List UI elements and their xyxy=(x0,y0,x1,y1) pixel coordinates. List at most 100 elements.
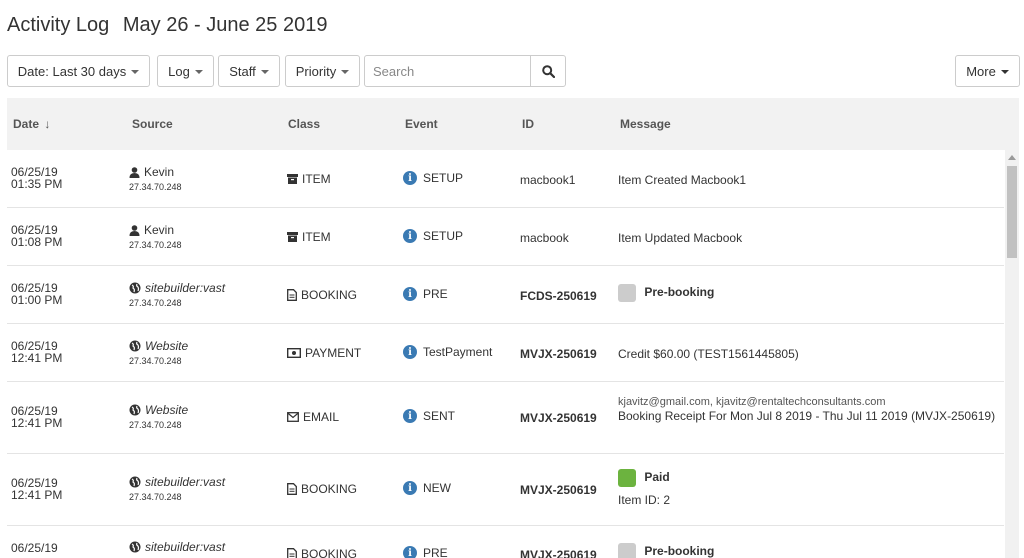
staff-filter-button[interactable]: Staff xyxy=(218,55,280,87)
scrollbar-thumb[interactable] xyxy=(1007,166,1017,258)
row-id[interactable]: macbook xyxy=(520,231,569,245)
search-icon xyxy=(541,64,555,78)
row-source: sitebuilder:vast xyxy=(129,475,225,489)
column-date[interactable]: Date ↓ xyxy=(13,117,50,131)
caret-down-icon xyxy=(131,69,140,74)
date-range-title: May 26 - June 25 2019 xyxy=(122,14,328,36)
status-swatch xyxy=(618,543,636,558)
row-source: Website xyxy=(129,339,188,353)
priority-filter-label: Priority xyxy=(295,63,337,79)
caret-down-icon xyxy=(341,69,350,74)
table-row[interactable]: 06/25/19 12:41 PM Website 27.34.70.248 E… xyxy=(7,382,1004,454)
row-date: 06/25/19 01:35 PM xyxy=(11,166,62,190)
table-row[interactable]: 06/25/19 01:08 PM Kevin 27.34.70.248 ITE… xyxy=(7,208,1004,266)
time-text: 01:08 PM xyxy=(11,235,63,249)
row-class: BOOKING xyxy=(287,547,357,558)
row-source: sitebuilder:vast xyxy=(129,540,225,554)
archive-icon xyxy=(287,174,298,184)
user-icon xyxy=(129,166,140,178)
envelope-icon xyxy=(287,412,299,422)
globe-icon xyxy=(129,282,141,294)
row-date: 06/25/19 01:08 PM xyxy=(11,224,62,248)
row-id[interactable]: FCDS-250619 xyxy=(520,289,597,303)
class-label: EMAIL xyxy=(303,410,340,424)
date-text: 06/25/19 xyxy=(11,541,58,555)
row-message: Pre-booking xyxy=(618,284,998,302)
search-button[interactable] xyxy=(530,55,566,87)
event-label: PRE xyxy=(423,546,448,558)
source-ip: 27.34.70.248 xyxy=(129,240,182,250)
column-id[interactable]: ID xyxy=(522,117,534,131)
priority-filter-button[interactable]: Priority xyxy=(285,55,360,87)
source-name: Website xyxy=(145,339,189,353)
row-event: i SETUP xyxy=(403,171,463,185)
row-source: sitebuilder:vast xyxy=(129,281,225,295)
class-label: BOOKING xyxy=(301,547,358,558)
row-message: Paid Item ID: 2 xyxy=(618,469,998,507)
status-swatch xyxy=(618,284,636,302)
row-id[interactable]: MVJX-250619 xyxy=(520,483,597,497)
event-label: PRE xyxy=(423,287,448,301)
table-row[interactable]: 06/25/19 01:35 PM Kevin 27.34.70.248 ITE… xyxy=(7,150,1004,208)
row-date: 06/25/19 xyxy=(11,542,58,554)
info-icon: i xyxy=(403,409,417,423)
row-event: i SENT xyxy=(403,409,455,423)
row-class: BOOKING xyxy=(287,482,357,496)
source-name: Website xyxy=(145,403,189,417)
row-id[interactable]: MVJX-250619 xyxy=(520,411,597,425)
table-row[interactable]: 06/25/19 sitebuilder:vast BOOKING i PRE … xyxy=(7,526,1004,558)
scroll-up-arrow-icon[interactable] xyxy=(1008,155,1016,160)
row-source: Kevin xyxy=(129,165,174,179)
status-swatch xyxy=(618,469,636,487)
row-event: i PRE xyxy=(403,546,448,558)
money-icon xyxy=(287,348,301,358)
row-date: 06/25/19 12:41 PM xyxy=(11,340,62,364)
row-message: kjavitz@gmail.com, kjavitz@rentaltechcon… xyxy=(618,395,998,423)
row-class: BOOKING xyxy=(287,288,357,302)
status-label: Pre-booking xyxy=(644,285,715,300)
source-name: sitebuilder:vast xyxy=(145,540,226,554)
search-input[interactable] xyxy=(364,55,531,87)
source-ip: 27.34.70.248 xyxy=(129,492,182,502)
log-filter-button[interactable]: Log xyxy=(157,55,214,87)
column-class[interactable]: Class xyxy=(288,117,320,131)
status-label: Paid xyxy=(644,470,670,485)
caret-down-icon xyxy=(260,69,269,74)
time-text: 12:41 PM xyxy=(11,416,63,430)
column-event[interactable]: Event xyxy=(405,117,438,131)
date-filter-button[interactable]: Date: Last 30 days xyxy=(7,55,150,87)
row-id[interactable]: MVJX-250619 xyxy=(520,347,597,361)
sort-down-icon: ↓ xyxy=(44,117,51,131)
document-icon xyxy=(287,483,297,495)
row-class: ITEM xyxy=(287,172,331,186)
row-event: i NEW xyxy=(403,481,451,495)
row-class: ITEM xyxy=(287,230,331,244)
source-ip: 27.34.70.248 xyxy=(129,420,182,430)
date-filter-label: Date: Last 30 days xyxy=(17,63,127,79)
row-message: Pre-booking xyxy=(618,543,998,558)
row-source: Kevin xyxy=(129,223,174,237)
column-message[interactable]: Message xyxy=(620,117,671,131)
email-recipients: kjavitz@gmail.com, kjavitz@rentaltechcon… xyxy=(618,396,886,408)
table-row[interactable]: 06/25/19 01:00 PM sitebuilder:vast 27.34… xyxy=(7,266,1004,324)
row-date: 06/25/19 01:00 PM xyxy=(11,282,62,306)
globe-icon xyxy=(129,541,141,553)
event-label: SETUP xyxy=(423,229,464,243)
archive-icon xyxy=(287,232,298,242)
time-text: 01:35 PM xyxy=(11,177,63,191)
table-row[interactable]: 06/25/19 12:41 PM sitebuilder:vast 27.34… xyxy=(7,454,1004,526)
caret-down-icon xyxy=(194,69,203,74)
vertical-scrollbar[interactable] xyxy=(1005,150,1019,558)
row-id[interactable]: MVJX-250619 xyxy=(520,548,597,558)
source-name: sitebuilder:vast xyxy=(145,281,226,295)
source-ip: 27.34.70.248 xyxy=(129,182,182,192)
row-id[interactable]: macbook1 xyxy=(520,173,575,187)
row-event: i TestPayment xyxy=(403,345,492,359)
globe-icon xyxy=(129,404,141,416)
more-button[interactable]: More xyxy=(955,55,1020,87)
column-source[interactable]: Source xyxy=(132,117,173,131)
info-icon: i xyxy=(403,546,417,558)
table-row[interactable]: 06/25/19 12:41 PM Website 27.34.70.248 P… xyxy=(7,324,1004,382)
event-label: TestPayment xyxy=(423,345,493,359)
time-text: 12:41 PM xyxy=(11,351,63,365)
